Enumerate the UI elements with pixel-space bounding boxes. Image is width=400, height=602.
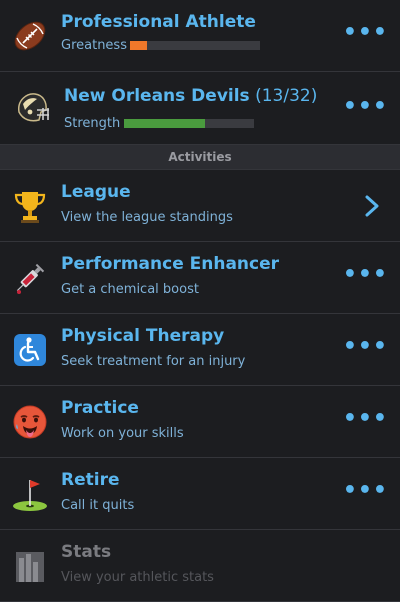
- team-rank: (13/32): [255, 86, 318, 106]
- league-title: League: [61, 182, 131, 202]
- stats-title: Stats: [61, 542, 112, 562]
- greatness-bar: [130, 41, 260, 50]
- practice-subtitle: Work on your skills: [61, 426, 184, 441]
- team-more-button[interactable]: •••: [343, 96, 388, 118]
- hot-face-icon: [10, 404, 50, 440]
- performance-enhancer-subtitle: Get a chemical boost: [61, 282, 199, 297]
- career-stat-label: Greatness: [61, 38, 127, 53]
- practice-more-button[interactable]: •••: [343, 408, 388, 430]
- wheelchair-icon: [10, 332, 50, 368]
- physical-therapy-title: Physical Therapy: [61, 326, 225, 346]
- retire-subtitle: Call it quits: [61, 498, 135, 513]
- activity-practice[interactable]: Practice Work on your skills •••: [0, 386, 400, 458]
- retire-title: Retire: [61, 470, 120, 490]
- chevron-right-icon[interactable]: [360, 192, 384, 220]
- stats-subtitle: View your athletic stats: [61, 570, 214, 585]
- team-row[interactable]: New Orleans Devils (13/32) Strength •••: [0, 72, 400, 145]
- strength-bar-fill: [124, 119, 205, 128]
- activity-league[interactable]: League View the league standings: [0, 170, 400, 242]
- activities-section-header: Activities: [0, 145, 400, 170]
- strength-bar: [124, 119, 254, 128]
- practice-title: Practice: [61, 398, 139, 418]
- golf-flag-icon: [10, 476, 50, 512]
- retire-more-button[interactable]: •••: [343, 480, 388, 502]
- physical-therapy-subtitle: Seek treatment for an injury: [61, 354, 246, 369]
- trophy-icon: [10, 188, 50, 224]
- team-name: New Orleans Devils: [64, 86, 250, 106]
- career-more-button[interactable]: •••: [343, 22, 388, 44]
- greatness-bar-fill: [130, 41, 147, 50]
- physical-therapy-more-button[interactable]: •••: [343, 336, 388, 358]
- football-icon: [10, 18, 50, 54]
- team-stat-label: Strength: [64, 116, 121, 131]
- career-row[interactable]: Professional Athlete Greatness •••: [0, 0, 400, 72]
- career-title: Professional Athlete: [61, 12, 256, 32]
- stats-icon: [10, 548, 50, 584]
- activity-retire[interactable]: Retire Call it quits •••: [0, 458, 400, 530]
- activity-stats[interactable]: Stats View your athletic stats: [0, 530, 400, 602]
- activity-performance-enhancer[interactable]: Performance Enhancer Get a chemical boos…: [0, 242, 400, 314]
- activity-physical-therapy[interactable]: Physical Therapy Seek treatment for an i…: [0, 314, 400, 386]
- syringe-icon: [10, 260, 50, 296]
- league-subtitle: View the league standings: [61, 210, 233, 225]
- team-title: New Orleans Devils (13/32): [64, 86, 317, 106]
- football-helmet-icon: [12, 90, 52, 126]
- performance-enhancer-more-button[interactable]: •••: [343, 264, 388, 286]
- performance-enhancer-title: Performance Enhancer: [61, 254, 280, 274]
